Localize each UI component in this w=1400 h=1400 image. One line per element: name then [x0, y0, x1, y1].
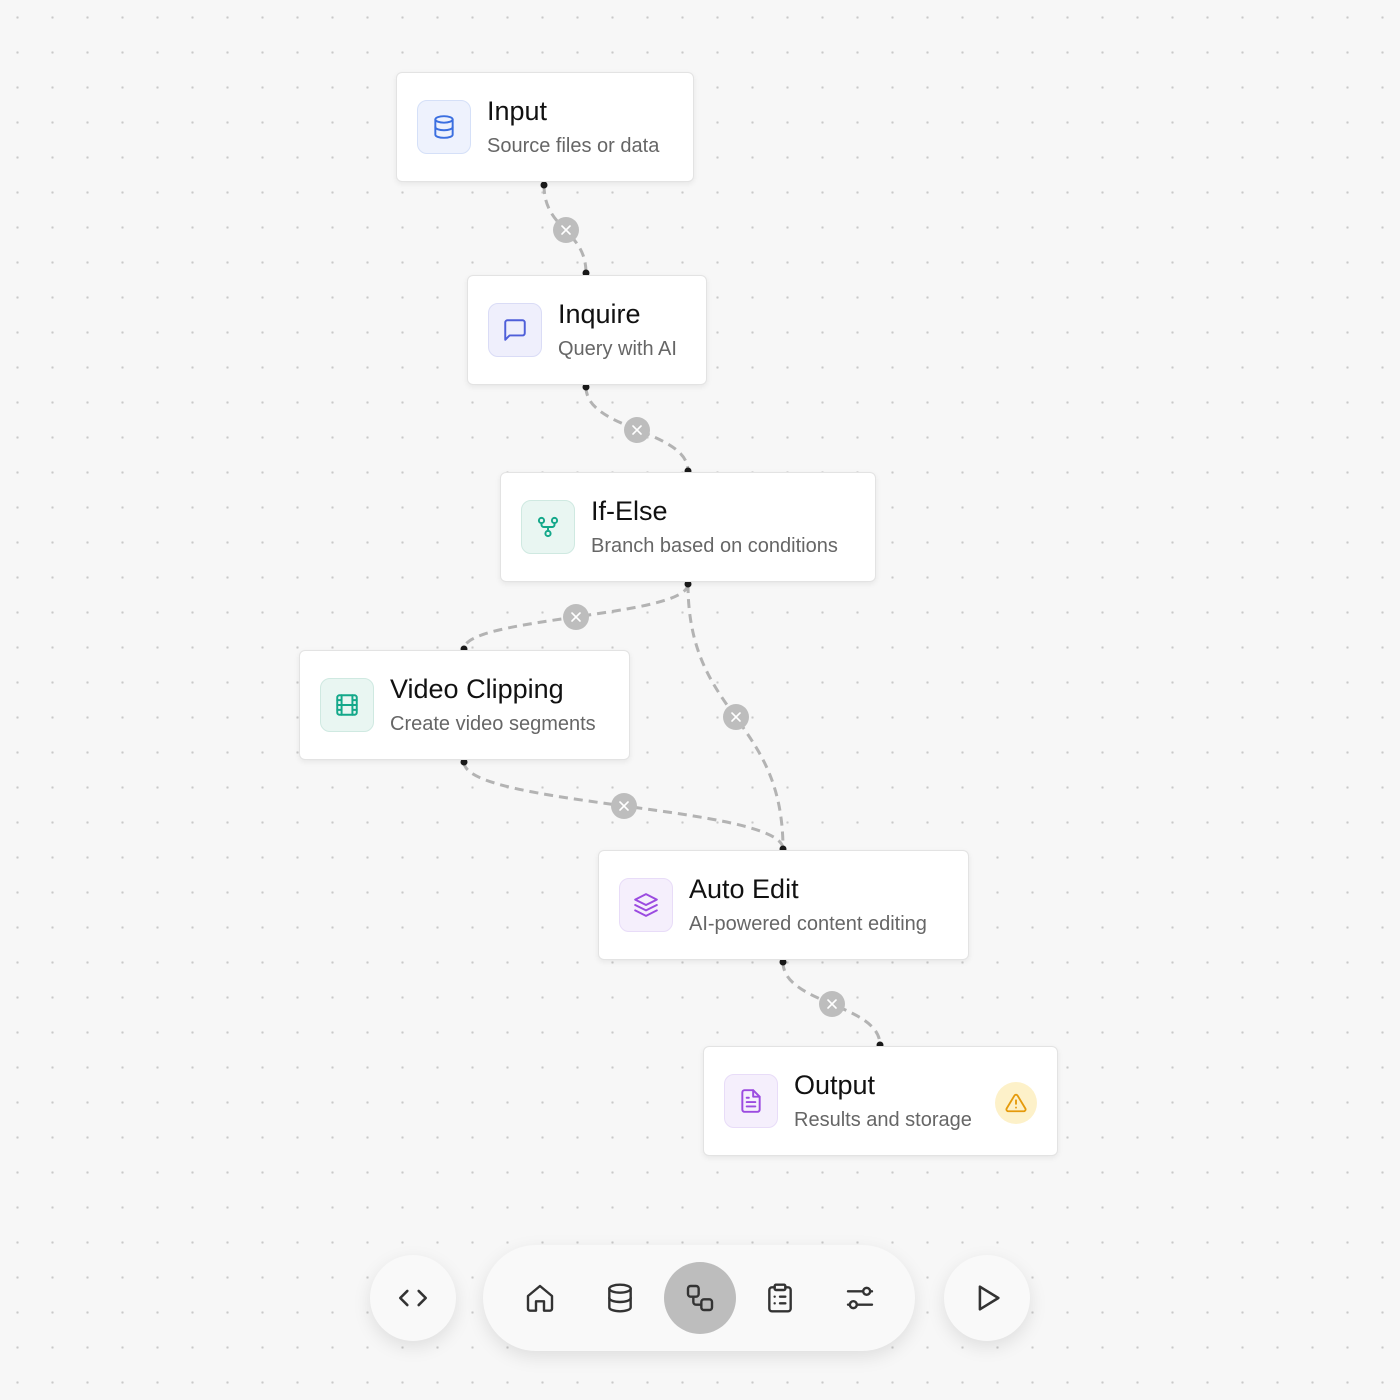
sliders-icon: [846, 1286, 874, 1310]
git-branch-icon: [521, 500, 575, 554]
node-title: Output: [794, 1070, 876, 1100]
database-button[interactable]: [584, 1262, 656, 1334]
edge-delete-button[interactable]: [819, 991, 845, 1017]
film-icon: [320, 678, 374, 732]
home-button[interactable]: [504, 1262, 576, 1334]
node-title: Video Clipping: [390, 674, 564, 704]
home-icon: [526, 1284, 554, 1312]
clipboard-list-icon: [768, 1283, 792, 1313]
code-button[interactable]: [370, 1255, 456, 1341]
node-subtitle: Create video segments: [390, 713, 596, 735]
workflow-canvas[interactable]: Input Source files or data Inquire Query…: [0, 0, 1400, 1400]
database-icon: [608, 1283, 632, 1313]
node-auto-edit[interactable]: Auto Edit AI-powered content editing: [598, 850, 969, 960]
clipboard-list-button[interactable]: [744, 1262, 816, 1334]
sliders-button[interactable]: [824, 1262, 896, 1334]
node-input[interactable]: Input Source files or data: [396, 72, 694, 182]
node-title: Auto Edit: [689, 874, 799, 904]
node-inquire[interactable]: Inquire Query with AI: [467, 275, 707, 385]
alert-triangle-icon[interactable]: [995, 1082, 1037, 1124]
node-subtitle: Query with AI: [558, 338, 677, 360]
layers-icon: [619, 878, 673, 932]
node-subtitle: Branch based on conditions: [591, 535, 838, 557]
bottom-toolbar: [483, 1245, 915, 1351]
node-handle[interactable]: [540, 181, 548, 189]
workflow-button[interactable]: [664, 1262, 736, 1334]
edge-delete-button[interactable]: [553, 217, 579, 243]
node-title: Inquire: [558, 299, 641, 329]
node-title: Input: [487, 96, 548, 126]
database-icon: [417, 100, 471, 154]
node-title: If-Else: [591, 496, 668, 526]
edge-delete-button[interactable]: [624, 417, 650, 443]
node-subtitle: Source files or data: [487, 135, 660, 157]
run-button[interactable]: [944, 1255, 1030, 1341]
code-icon: [398, 1289, 428, 1307]
edge-delete-button[interactable]: [723, 704, 749, 730]
edge-layer: [460, 181, 884, 1049]
play-icon: [978, 1285, 1000, 1311]
file-text-icon: [724, 1074, 778, 1128]
node-subtitle: Results and storage: [794, 1109, 972, 1131]
node-if-else[interactable]: If-Else Branch based on conditions: [500, 472, 876, 582]
edge-delete-button[interactable]: [611, 793, 637, 819]
node-subtitle: AI-powered content editing: [689, 913, 927, 935]
node-output[interactable]: Output Results and storage: [703, 1046, 1058, 1156]
node-video-clipping[interactable]: Video Clipping Create video segments: [299, 650, 630, 760]
edge-delete-button[interactable]: [563, 604, 589, 630]
workflow-icon: [686, 1284, 714, 1312]
message-square-icon: [488, 303, 542, 357]
